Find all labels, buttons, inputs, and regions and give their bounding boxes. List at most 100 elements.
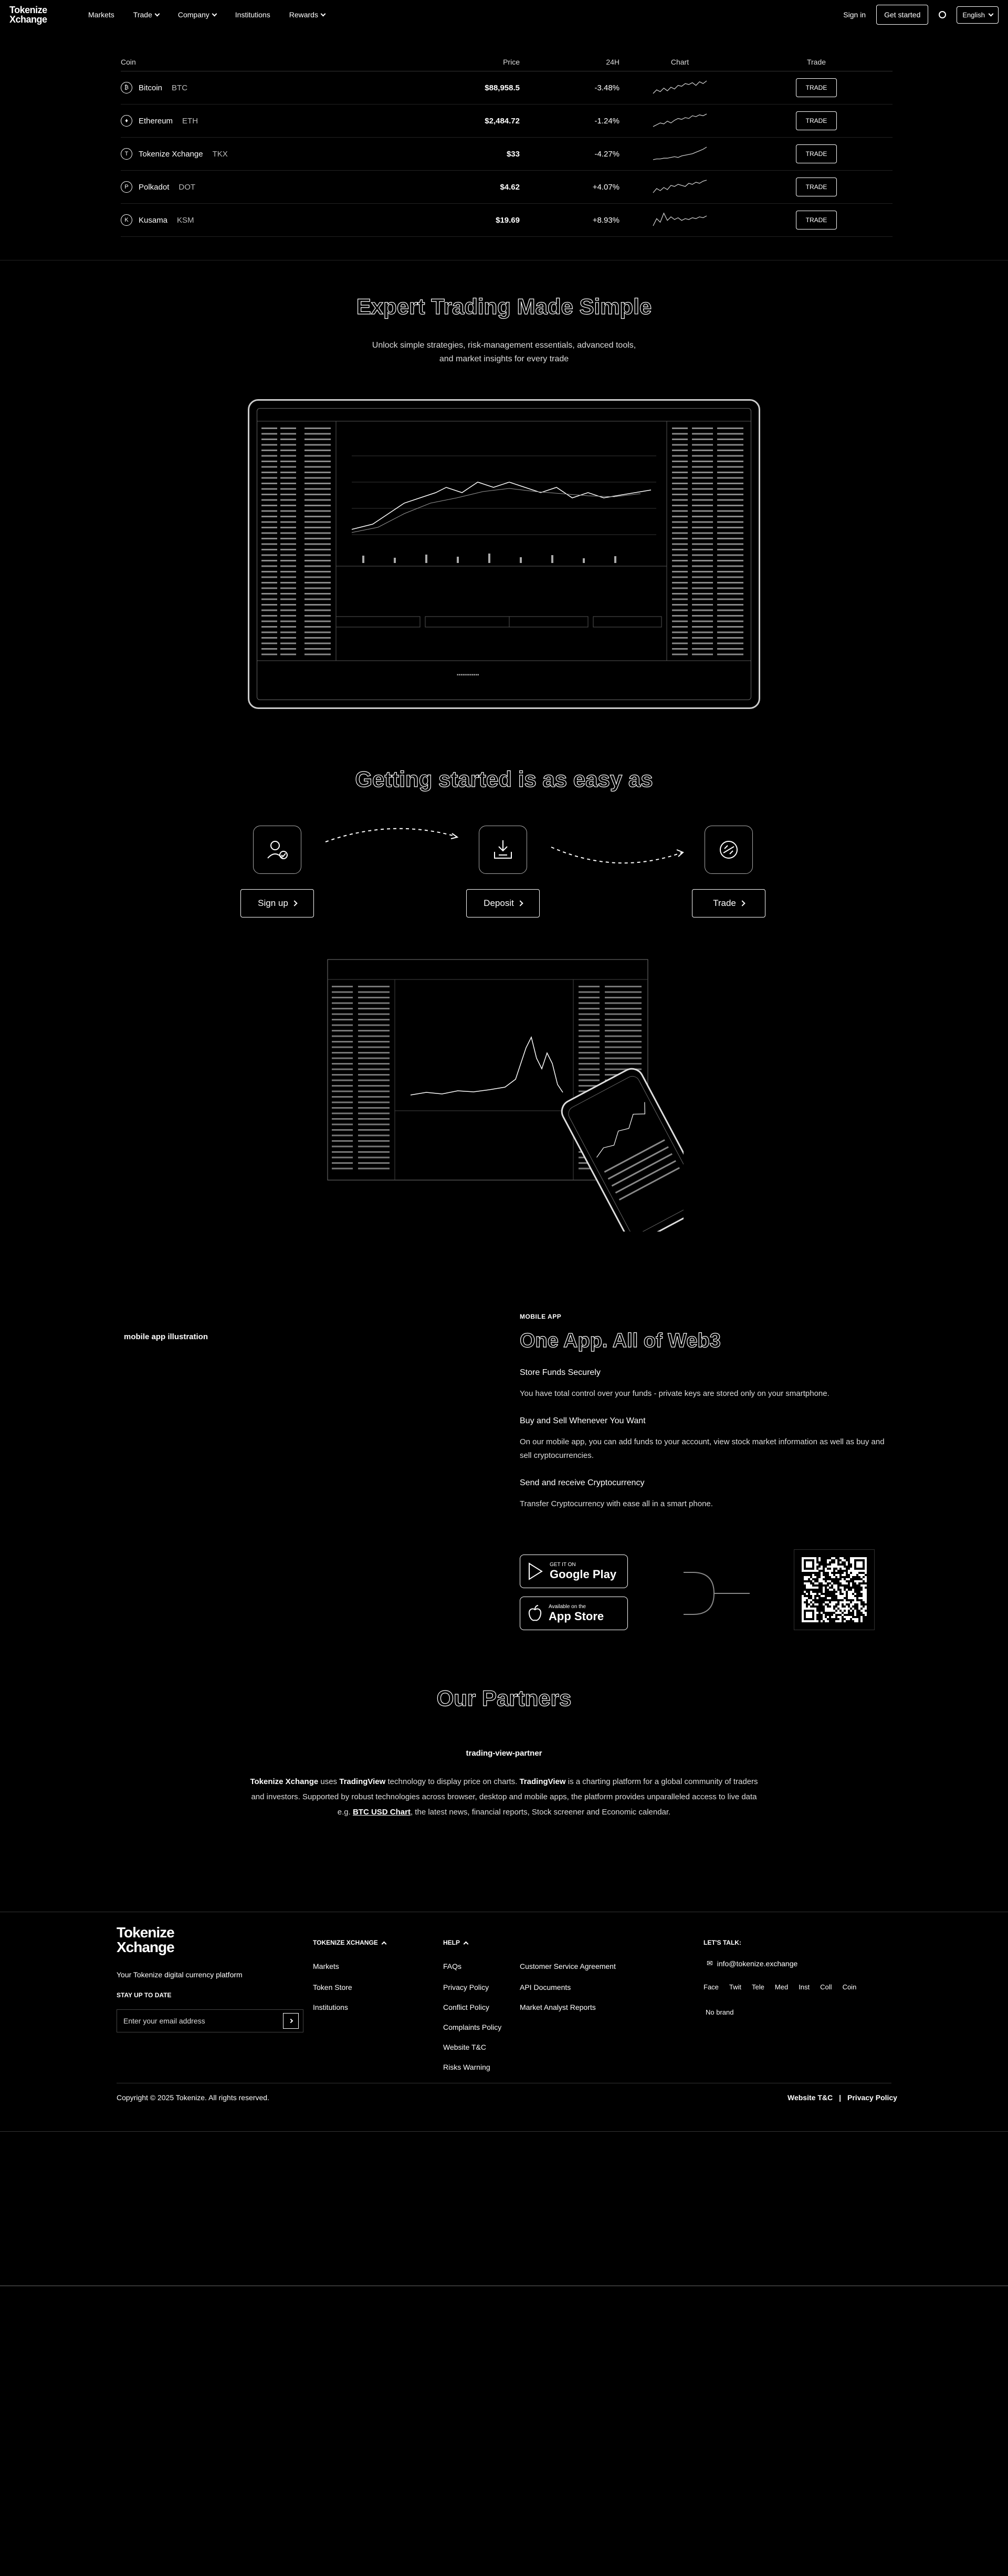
trade-button[interactable]: TRADE <box>796 178 837 196</box>
market-row[interactable]: ₿ Bitcoin BTC $88,958.5 -3.48% TRADE <box>121 71 892 105</box>
telegram-icon[interactable]: Tele <box>752 1983 764 1991</box>
qr-module <box>850 1605 852 1608</box>
partner-logo-alt[interactable]: trading-view-partner <box>0 1749 1008 1758</box>
qr-module <box>802 1616 804 1618</box>
nav-label: Rewards <box>289 11 318 19</box>
qr-module <box>854 1612 856 1614</box>
qr-module <box>865 1593 867 1595</box>
orderbook-row-mark <box>304 439 331 440</box>
footer-link-token-store[interactable]: Token Store <box>313 1983 352 1991</box>
qr-module <box>854 1557 856 1559</box>
qr-module <box>810 1614 812 1616</box>
nav-item-rewards[interactable]: Rewards <box>289 11 326 19</box>
nav-item-institutions[interactable]: Institutions <box>235 11 270 19</box>
qr-module <box>825 1610 827 1612</box>
sign-in-link[interactable]: Sign in <box>843 11 866 19</box>
footer-link-api[interactable]: API Documents <box>520 1983 571 1991</box>
trade-button[interactable]: TRADE <box>796 211 837 230</box>
coin-price: $88,958.5 <box>485 83 520 92</box>
orderbook-row-mark <box>304 527 331 528</box>
orderbook-row-mark <box>261 527 277 528</box>
market-row[interactable]: K Kusama KSM $19.69 +8.93% TRADE <box>121 204 892 237</box>
footer-link-conflict[interactable]: Conflict Policy <box>443 2003 489 2011</box>
qr-module <box>829 1580 831 1582</box>
orderbook-row-mark <box>261 444 277 446</box>
email-input[interactable] <box>117 2010 283 2032</box>
sparkline-cell <box>620 78 740 98</box>
medium-icon[interactable]: Med <box>775 1983 788 1991</box>
market-row[interactable]: T Tokenize Xchange TKX $33 -4.27% TRADE <box>121 138 892 171</box>
deposit-button[interactable]: Deposit <box>466 889 540 917</box>
qr-module <box>821 1572 823 1574</box>
qr-module <box>865 1563 867 1566</box>
twitter-icon[interactable]: Twit <box>729 1983 741 1991</box>
orderbook-row-mark <box>261 510 277 512</box>
tradingview-link[interactable]: TradingView <box>339 1777 385 1786</box>
qr-module <box>827 1601 829 1603</box>
qr-module <box>827 1608 829 1610</box>
qr-module <box>854 1618 856 1620</box>
qr-module <box>833 1584 835 1587</box>
market-row[interactable]: P Polkadot DOT $4.62 +4.07% TRADE <box>121 171 892 204</box>
footer-logo[interactable]: Tokenize Xchange <box>117 1925 175 1955</box>
google-play-button[interactable]: GET IT ON Google Play <box>520 1555 628 1588</box>
qr-module <box>839 1597 842 1599</box>
qr-module <box>829 1589 831 1591</box>
orderbook-row-mark <box>672 653 688 655</box>
btc-usd-chart-link[interactable]: BTC USD Chart <box>353 1808 411 1817</box>
orderbook-row-mark <box>332 997 353 998</box>
nav-item-company[interactable]: Company <box>178 11 217 19</box>
footer-link-faqs[interactable]: FAQs <box>443 1962 461 1970</box>
footer-col-tokenize-title[interactable]: TOKENIZE XCHANGE <box>313 1939 387 1946</box>
top-nav: Tokenize Xchange Markets Trade Company I… <box>0 0 1008 29</box>
footer-link-institutions[interactable]: Institutions <box>313 2003 348 2011</box>
footer-link-csa[interactable]: Customer Service Agreement <box>520 1962 616 1970</box>
trade-button[interactable]: TRADE <box>796 78 837 97</box>
footer-link-risks[interactable]: Risks Warning <box>443 2063 490 2071</box>
app-store-button[interactable]: Available on the App Store <box>520 1597 628 1630</box>
coin-icon[interactable]: Coin <box>843 1983 857 1991</box>
footer-col-help-title[interactable]: HELP <box>443 1939 469 1946</box>
orderbook-row-mark <box>692 532 713 534</box>
orderbook-row-mark <box>692 637 713 639</box>
qr-module <box>831 1610 833 1612</box>
footer-email-link[interactable]: ✉ info@tokenize.exchange <box>707 1959 797 1968</box>
qr-module <box>860 1580 863 1582</box>
qr-module <box>856 1561 858 1563</box>
trade-button[interactable]: TRADE <box>796 144 837 163</box>
orderbook-row-mark <box>672 516 688 517</box>
trade-button[interactable]: TRADE <box>796 111 837 130</box>
footer-link-complaints[interactable]: Complaints Policy <box>443 2023 501 2031</box>
market-row[interactable]: ♦ Ethereum ETH $2,484.72 -1.24% TRADE <box>121 105 892 138</box>
footer-link-website-tc[interactable]: Website T&C <box>443 2043 486 2051</box>
legal-privacy[interactable]: Privacy Policy <box>847 2093 897 2102</box>
qr-module <box>854 1593 856 1595</box>
sign-up-button[interactable]: Sign up <box>240 889 314 917</box>
gear-icon[interactable] <box>939 11 947 18</box>
footer-link-privacy[interactable]: Privacy Policy <box>443 1983 489 1991</box>
tradingview-link[interactable]: TradingView <box>519 1777 565 1786</box>
nav-item-markets[interactable]: Markets <box>88 11 114 19</box>
qr-module <box>833 1603 835 1605</box>
orderbook-row-mark <box>332 991 353 993</box>
language-select[interactable]: English <box>957 6 999 24</box>
orderbook-row-mark <box>579 1068 600 1070</box>
qr-module <box>852 1591 854 1593</box>
facebook-icon[interactable]: Face <box>704 1983 719 1991</box>
qr-module <box>806 1557 808 1559</box>
footer-link-markets[interactable]: Markets <box>313 1962 339 1970</box>
nav-item-trade[interactable]: Trade <box>133 11 160 19</box>
trade-button[interactable]: Trade <box>692 889 765 917</box>
get-started-button[interactable]: Get started <box>876 5 929 25</box>
qr-module <box>821 1568 823 1570</box>
instagram-icon[interactable]: Inst <box>799 1983 810 1991</box>
submit-button[interactable] <box>283 2013 299 2029</box>
qr-module <box>831 1570 833 1572</box>
orderbook-row-mark <box>605 997 642 998</box>
qr-module <box>837 1576 839 1578</box>
footer-link-reports[interactable]: Market Analyst Reports <box>520 2003 596 2011</box>
legal-website-tc[interactable]: Website T&C <box>788 2093 833 2102</box>
logo[interactable]: Tokenize Xchange <box>9 5 72 24</box>
orderbook-row-mark <box>261 483 277 484</box>
coll-icon[interactable]: Coll <box>820 1983 832 1991</box>
